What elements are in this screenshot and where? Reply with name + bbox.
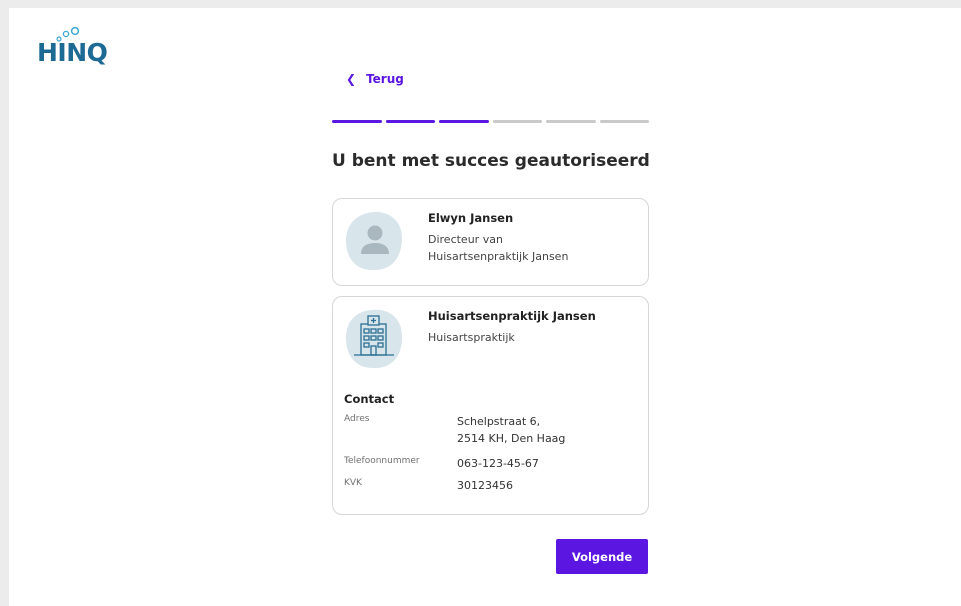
person-name: Elwyn Jansen (428, 211, 514, 225)
chevron-left-icon: ❮ (346, 72, 357, 86)
contact-heading: Contact (344, 392, 395, 406)
progress-step (492, 120, 542, 123)
step-progress (332, 120, 649, 124)
logo-text: HINQ (37, 38, 108, 67)
progress-step (385, 120, 435, 123)
progress-step (546, 120, 596, 123)
address-line2: 2514 KH, Den Haag (457, 432, 566, 445)
organization-name: Huisartsenpraktijk Jansen (428, 309, 596, 323)
organization-info: Huisartsenpraktijk Jansen Huisartsprakti… (428, 309, 596, 346)
phone-label: Telefoonnummer (344, 456, 420, 466)
back-link[interactable]: ❮ Terug (346, 72, 404, 86)
user-avatar-icon (346, 211, 403, 271)
hinq-logo: HINQ (37, 24, 117, 74)
page-title: U bent met succes geautoriseerd (332, 151, 650, 171)
organization-card: Huisartsenpraktijk Jansen Huisartsprakti… (332, 296, 649, 515)
progress-step (439, 120, 489, 123)
kvk-value: 30123456 (457, 479, 513, 492)
person-organization: Huisartsenpraktijk Jansen (428, 250, 569, 263)
page: HINQ ❮ Terug U bent met succes geautoris… (9, 8, 961, 606)
phone-value: 063-123-45-67 (457, 457, 539, 470)
organization-type: Huisartspraktijk (428, 331, 515, 344)
contact-phone-row: Telefoonnummer 063-123-45-67 (344, 455, 634, 473)
address-line1: Schelpstraat 6, (457, 415, 541, 428)
person-card: Elwyn Jansen Directeur van Huisartsenpra… (332, 198, 649, 286)
progress-step (599, 120, 649, 123)
next-button[interactable]: Volgende (556, 539, 648, 574)
address-value: Schelpstraat 6, 2514 KH, Den Haag (457, 413, 565, 447)
back-label: Terug (366, 72, 404, 86)
address-label: Adres (344, 414, 370, 424)
contact-address-row: Adres Schelpstraat 6, 2514 KH, Den Haag (344, 413, 634, 449)
contact-kvk-row: KVK 30123456 (344, 477, 634, 495)
person-info: Elwyn Jansen Directeur van Huisartsenpra… (428, 211, 568, 265)
kvk-label: KVK (344, 478, 362, 488)
progress-step (332, 120, 382, 123)
building-icon (346, 309, 403, 369)
person-role: Directeur van (428, 233, 503, 246)
